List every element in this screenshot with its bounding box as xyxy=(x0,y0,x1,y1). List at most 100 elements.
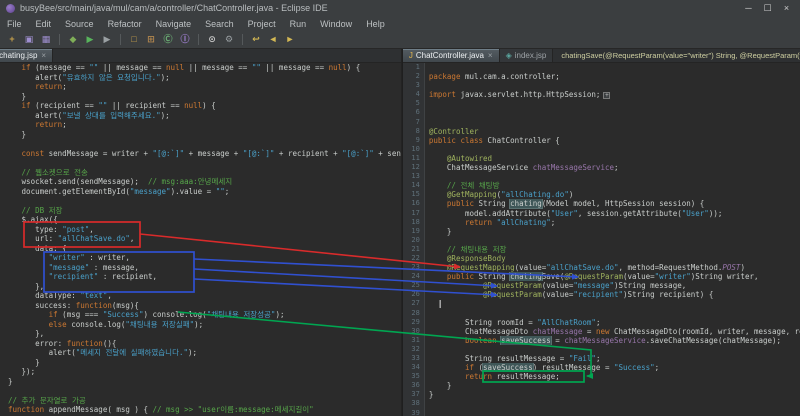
line-number[interactable]: 17 xyxy=(402,208,425,218)
line-number[interactable]: 27 xyxy=(402,299,425,309)
tab-index-jsp[interactable]: ◈ index.jsp xyxy=(499,49,554,62)
code-line[interactable]: 24 public String chatingSave(@RequestPar… xyxy=(402,272,800,282)
code-line[interactable]: 39 xyxy=(402,408,800,416)
left-editor-code[interactable]: if (message == "" || message == null || … xyxy=(0,63,401,416)
code-line[interactable]: 13 xyxy=(402,172,800,182)
line-number[interactable]: 1 xyxy=(402,63,425,73)
code-line[interactable]: 5 xyxy=(402,99,800,109)
run-icon[interactable]: ▶ xyxy=(82,32,98,47)
menu-run[interactable]: Run xyxy=(283,19,314,29)
code-line[interactable]: 20 xyxy=(402,235,800,245)
code-line[interactable]: 36 } xyxy=(402,381,800,391)
line-number[interactable]: 26 xyxy=(402,290,425,300)
code-line[interactable]: 9 public class ChatController { xyxy=(402,135,800,145)
code-line[interactable]: data: { xyxy=(0,244,401,254)
code-line[interactable]: 37} xyxy=(402,390,800,400)
menu-source[interactable]: Source xyxy=(58,19,101,29)
code-line[interactable]: "message" : message, xyxy=(0,263,401,273)
code-line[interactable]: 21 // 채팅내용 저장 xyxy=(402,244,800,254)
code-line[interactable]: type: "post", xyxy=(0,225,401,235)
code-line[interactable]: 7 xyxy=(402,117,800,127)
code-line[interactable]: alert("보낼 상대를 입력해주세요."); xyxy=(0,111,401,121)
code-line[interactable]: 4 import javax.servlet.http.HttpSession; + xyxy=(402,90,800,100)
line-number[interactable]: 2 xyxy=(402,72,425,82)
code-line[interactable]: 30 ChatMessageDto chatMessage = new Chat… xyxy=(402,326,800,336)
right-editor-code[interactable]: 1 2 package mul.cam.a.controller; 3 4 import … xyxy=(402,63,800,416)
code-line[interactable]: else console.log("채팅내용 저장실패"); xyxy=(0,320,401,330)
menu-file[interactable]: File xyxy=(0,19,29,29)
code-line[interactable]: 32 xyxy=(402,344,800,354)
line-number[interactable]: 7 xyxy=(402,117,425,127)
code-line[interactable]: const sendMessage = writer + "[@:`]" + m… xyxy=(0,149,401,159)
code-line[interactable]: 23 @RequestMapping(value="allChatSave.do… xyxy=(402,263,800,273)
line-number[interactable]: 23 xyxy=(402,263,425,273)
line-number[interactable]: 39 xyxy=(402,408,425,416)
line-number[interactable]: 28 xyxy=(402,308,425,318)
code-line[interactable]: 16 public String chating(Model model, Ht… xyxy=(402,199,800,209)
line-number[interactable]: 15 xyxy=(402,190,425,200)
line-number[interactable]: 11 xyxy=(402,153,425,164)
code-line[interactable]: url: "allChatSave.do", xyxy=(0,234,401,244)
tab-close-icon[interactable]: × xyxy=(488,51,493,60)
menu-help[interactable]: Help xyxy=(359,19,392,29)
line-number[interactable]: 34 xyxy=(402,363,425,373)
line-number[interactable]: 19 xyxy=(402,226,425,236)
code-line[interactable]: 34 if (saveSuccess) resultMessage = "Suc… xyxy=(402,363,800,373)
code-line[interactable]: } xyxy=(0,358,401,368)
new-java-project-icon[interactable]: □ xyxy=(126,32,142,47)
code-line[interactable]: 6 xyxy=(402,108,800,118)
save-icon[interactable]: ▣ xyxy=(21,32,37,47)
line-number[interactable]: 9 xyxy=(402,135,425,145)
menu-search[interactable]: Search xyxy=(198,19,241,29)
line-number[interactable]: 33 xyxy=(402,354,425,364)
code-line[interactable]: alert("메세지 전달에 실패하였습니다."); xyxy=(0,348,401,358)
code-line[interactable]: }); xyxy=(0,367,401,377)
code-line[interactable]: 12 ChatMessageService chatMessageService… xyxy=(402,163,800,173)
code-line[interactable]: }, xyxy=(0,329,401,339)
code-line[interactable]: // DB 저장 xyxy=(0,206,401,216)
close-button[interactable]: × xyxy=(777,3,796,14)
code-line[interactable]: // 웹소켓으로 전송 xyxy=(0,168,401,178)
line-number[interactable]: 36 xyxy=(402,381,425,391)
menu-project[interactable]: Project xyxy=(241,19,283,29)
code-line[interactable] xyxy=(0,386,401,396)
code-line[interactable]: 11 @Autowired xyxy=(402,153,800,164)
line-number[interactable]: 16 xyxy=(402,199,425,209)
line-number[interactable]: 12 xyxy=(402,163,425,173)
line-number[interactable]: 18 xyxy=(402,217,425,227)
code-line[interactable]: if (message == "" || message == null || … xyxy=(0,63,401,73)
line-number[interactable]: 3 xyxy=(402,81,425,91)
code-line[interactable]: 10 xyxy=(402,144,800,154)
save-all-icon[interactable]: ▦ xyxy=(38,32,54,47)
last-edit-location-icon[interactable]: ↩ xyxy=(248,32,264,47)
external-tools-icon[interactable]: ⚙ xyxy=(221,32,237,47)
code-line[interactable]: "recipient" : recipient, xyxy=(0,272,401,282)
menu-refactor[interactable]: Refactor xyxy=(101,19,149,29)
new-class-icon[interactable]: Ⓒ xyxy=(160,32,176,47)
code-line[interactable]: } xyxy=(0,130,401,140)
code-line[interactable]: 1 xyxy=(402,63,800,73)
code-line[interactable]: function appendMessage( msg ) { // msg >… xyxy=(0,405,401,415)
code-line[interactable] xyxy=(0,196,401,206)
tab-chating-jsp[interactable]: ◈ chating.jsp × xyxy=(0,49,54,62)
line-number[interactable]: 32 xyxy=(402,344,425,354)
new-package-icon[interactable]: ⊞ xyxy=(143,32,159,47)
code-line[interactable]: error: function(){ xyxy=(0,339,401,349)
code-line[interactable]: } xyxy=(0,377,401,387)
forward-icon[interactable]: ► xyxy=(282,32,298,47)
code-line[interactable] xyxy=(0,158,401,168)
line-number[interactable]: 4 xyxy=(402,90,425,100)
search-icon[interactable]: ⊙ xyxy=(204,32,220,47)
code-line[interactable]: 2 package mul.cam.a.controller; xyxy=(402,72,800,82)
tab-chatcontroller-java[interactable]: J ChatController.java × xyxy=(402,49,500,62)
code-line[interactable]: 33 String resultMessage = "Fail"; xyxy=(402,354,800,364)
code-line[interactable]: 29 String roomId = "AllChatRoom"; xyxy=(402,317,800,327)
line-number[interactable]: 5 xyxy=(402,99,425,109)
line-number[interactable]: 38 xyxy=(402,399,425,409)
minimize-button[interactable]: ─ xyxy=(739,3,758,14)
code-line[interactable]: 15 @GetMapping("allChating.do") xyxy=(402,190,800,200)
code-line[interactable]: 3 xyxy=(402,81,800,91)
back-icon[interactable]: ◄ xyxy=(265,32,281,47)
code-line[interactable]: }, xyxy=(0,282,401,292)
line-number[interactable]: 37 xyxy=(402,390,425,400)
